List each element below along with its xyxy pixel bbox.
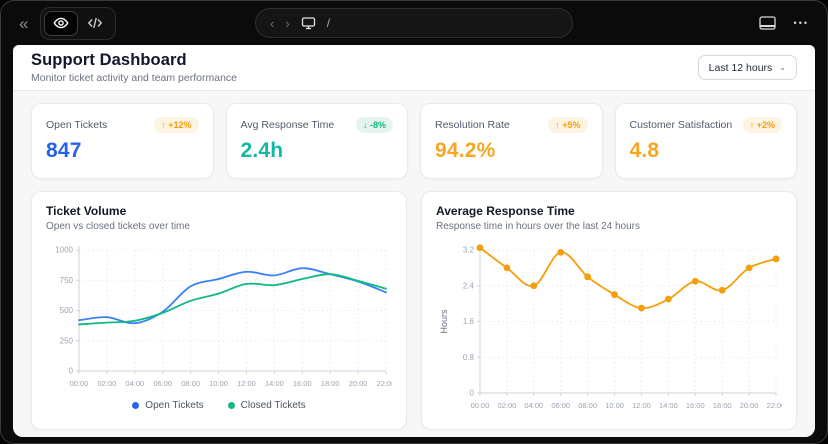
- svg-text:08:00: 08:00: [578, 401, 597, 410]
- time-range-value: Last 12 hours: [709, 62, 773, 74]
- chart-title: Average Response Time: [436, 204, 782, 218]
- back-button[interactable]: ‹: [270, 17, 274, 30]
- time-range-select[interactable]: Last 12 hours ⌄: [698, 55, 797, 80]
- svg-text:02:00: 02:00: [98, 379, 117, 388]
- monitor-icon: [301, 16, 316, 30]
- response-time-card: Average Response Time Response time in h…: [421, 191, 797, 430]
- code-mode-button[interactable]: [78, 11, 112, 36]
- kpi-card: Resolution Rate ↑ +5% 94.2%: [420, 103, 603, 179]
- ticket-volume-card: Ticket Volume Open vs closed tickets ove…: [31, 191, 407, 430]
- chrome-right-cluster: •••: [759, 16, 809, 30]
- svg-text:16:00: 16:00: [686, 401, 705, 410]
- legend-item: Open Tickets: [132, 400, 203, 411]
- svg-text:3.2: 3.2: [463, 246, 475, 255]
- charts-row: Ticket Volume Open vs closed tickets ove…: [31, 191, 797, 430]
- svg-text:00:00: 00:00: [471, 401, 490, 410]
- svg-text:250: 250: [60, 336, 74, 345]
- kpi-trend-badge: ↑ +2%: [743, 117, 782, 133]
- url-bar[interactable]: ‹ › /: [255, 8, 573, 38]
- chrome-left-cluster: «: [19, 7, 116, 40]
- svg-text:06:00: 06:00: [551, 401, 570, 410]
- ticket-volume-chart: 0 250 500 750 1000 00:00 02:00 04:00 06:00 08:00 1…: [46, 242, 392, 395]
- chart-subtitle: Response time in hours over the last 24 …: [436, 221, 782, 232]
- svg-text:22:00: 22:00: [767, 401, 782, 410]
- chart-title: Ticket Volume: [46, 204, 392, 218]
- svg-text:18:00: 18:00: [321, 379, 340, 388]
- view-mode-toggle: [40, 7, 116, 40]
- svg-text:20:00: 20:00: [740, 401, 759, 410]
- svg-text:750: 750: [60, 276, 74, 285]
- page-subtitle: Monitor ticket activity and team perform…: [31, 72, 237, 84]
- svg-text:00:00: 00:00: [70, 379, 89, 388]
- svg-text:Hours: Hours: [439, 309, 449, 334]
- kpi-value: 2.4h: [241, 139, 394, 163]
- svg-text:2.4: 2.4: [463, 281, 475, 290]
- dashboard-page: Support Dashboard Monitor ticket activit…: [13, 45, 815, 437]
- preview-mode-button[interactable]: [44, 11, 78, 36]
- kpi-trend-badge: ↑ +5%: [548, 117, 587, 133]
- svg-text:500: 500: [60, 306, 74, 315]
- svg-text:1.6: 1.6: [463, 317, 475, 326]
- collapse-sidebar-button[interactable]: «: [19, 15, 28, 32]
- page-title: Support Dashboard: [31, 51, 237, 70]
- legend-label: Closed Tickets: [241, 400, 306, 411]
- svg-text:02:00: 02:00: [498, 401, 517, 410]
- toggle-panel-button[interactable]: [759, 16, 776, 30]
- kpi-value: 94.2%: [435, 139, 588, 163]
- kpi-trend-badge: ↑ +12%: [154, 117, 198, 133]
- svg-text:20:00: 20:00: [349, 379, 368, 388]
- kpi-card: Avg Response Time ↓ -8% 2.4h: [226, 103, 409, 179]
- chart-subtitle: Open vs closed tickets over time: [46, 221, 392, 232]
- ellipsis-icon: •••: [794, 18, 809, 28]
- legend-dot: [228, 402, 235, 409]
- svg-text:0.8: 0.8: [463, 353, 475, 362]
- legend-item: Closed Tickets: [228, 400, 306, 411]
- svg-text:14:00: 14:00: [659, 401, 678, 410]
- browser-chrome: «: [1, 1, 827, 45]
- svg-text:12:00: 12:00: [237, 379, 256, 388]
- kpi-label: Resolution Rate: [435, 119, 510, 131]
- svg-text:16:00: 16:00: [293, 379, 312, 388]
- svg-text:06:00: 06:00: [153, 379, 172, 388]
- kpi-card: Open Tickets ↑ +12% 847: [31, 103, 214, 179]
- kpi-grid: Open Tickets ↑ +12% 847 Avg Response Tim…: [31, 103, 797, 179]
- url-path: /: [327, 16, 330, 30]
- page-body: Open Tickets ↑ +12% 847 Avg Response Tim…: [13, 91, 815, 437]
- page-header: Support Dashboard Monitor ticket activit…: [13, 45, 815, 91]
- svg-text:10:00: 10:00: [209, 379, 228, 388]
- page-heading-block: Support Dashboard Monitor ticket activit…: [31, 51, 237, 84]
- kpi-card: Customer Satisfaction ↑ +2% 4.8: [615, 103, 798, 179]
- svg-text:18:00: 18:00: [713, 401, 732, 410]
- svg-text:14:00: 14:00: [265, 379, 284, 388]
- svg-text:08:00: 08:00: [181, 379, 200, 388]
- svg-text:1000: 1000: [55, 246, 73, 255]
- svg-text:0: 0: [69, 367, 74, 376]
- eye-icon: [53, 15, 69, 31]
- kpi-value: 847: [46, 139, 199, 163]
- kpi-value: 4.8: [630, 139, 783, 163]
- app-window: «: [0, 0, 828, 444]
- kpi-label: Avg Response Time: [241, 119, 335, 131]
- legend-dot: [132, 402, 139, 409]
- svg-text:10:00: 10:00: [605, 401, 624, 410]
- kpi-label: Customer Satisfaction: [630, 119, 733, 131]
- more-menu-button[interactable]: •••: [794, 18, 809, 28]
- kpi-trend-badge: ↓ -8%: [356, 117, 393, 133]
- chart-legend: Open Tickets Closed Tickets: [46, 400, 392, 411]
- kpi-label: Open Tickets: [46, 119, 107, 131]
- legend-label: Open Tickets: [145, 400, 203, 411]
- svg-text:04:00: 04:00: [125, 379, 144, 388]
- code-icon: [87, 15, 103, 31]
- svg-text:22:00: 22:00: [377, 379, 392, 388]
- response-time-chart: 0 0.8 1.6 2.4 3.2 00:00 02:00 04:00 06:00 08:00 10…: [436, 242, 782, 417]
- chevron-down-icon: ⌄: [779, 63, 786, 72]
- svg-text:04:00: 04:00: [524, 401, 543, 410]
- svg-text:0: 0: [470, 389, 475, 398]
- browser-panel-icon: [759, 16, 776, 30]
- svg-text:12:00: 12:00: [632, 401, 651, 410]
- forward-button[interactable]: ›: [285, 17, 289, 30]
